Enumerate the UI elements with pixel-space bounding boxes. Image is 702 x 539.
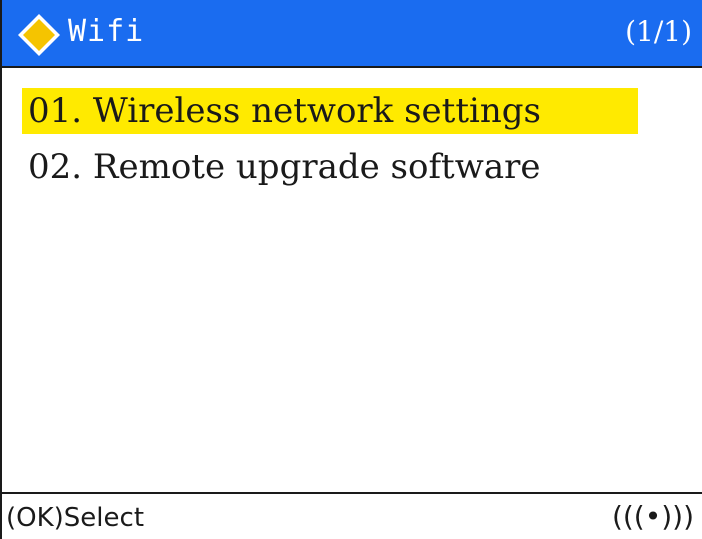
status-bar: (OK)Select (((•))) xyxy=(2,492,702,539)
wifi-screen: Wifi (1/1) 01. Wireless network settings… xyxy=(0,0,702,539)
yellow-diamond-icon xyxy=(18,14,60,56)
menu-item-wireless-network-settings[interactable]: 01. Wireless network settings xyxy=(22,88,638,134)
page-indicator: (1/1) xyxy=(625,15,692,48)
title-bar: Wifi (1/1) xyxy=(2,0,702,68)
menu-list: 01. Wireless network settings 02. Remote… xyxy=(2,68,702,492)
menu-item-remote-upgrade-software[interactable]: 02. Remote upgrade software xyxy=(22,144,540,190)
ok-select-hint: (OK)Select xyxy=(6,503,145,533)
wireless-signal-icon: (((•))) xyxy=(611,500,694,533)
page-title: Wifi xyxy=(68,14,145,49)
